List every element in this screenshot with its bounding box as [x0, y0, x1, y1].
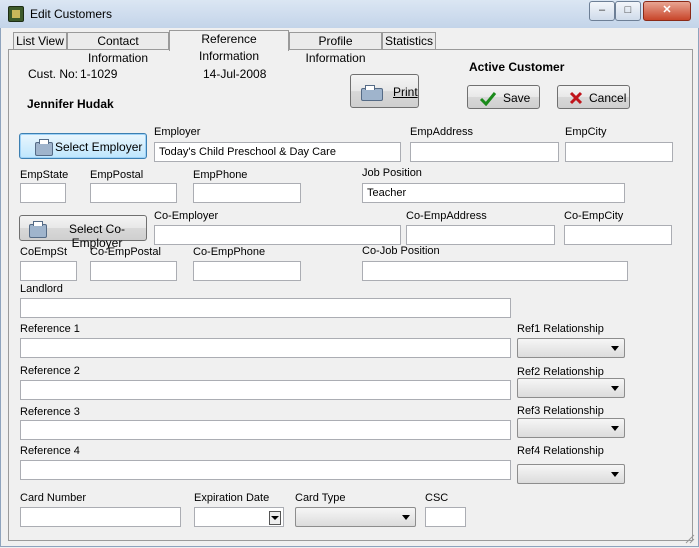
select-co-employer-button[interactable]: Select Co-Employer	[19, 215, 147, 250]
emp-state-label: EmpState	[20, 169, 69, 181]
ref1-relationship-dropdown[interactable]	[517, 338, 625, 358]
co-emp-phone-field[interactable]	[193, 261, 301, 281]
reference-2-field[interactable]	[20, 380, 511, 400]
cancel-button-label: Cancel	[589, 91, 627, 105]
reference-3-label: Reference 3	[20, 406, 80, 418]
customer-name: Jennifer Hudak	[27, 97, 114, 111]
landlord-field[interactable]	[20, 298, 511, 318]
employer-label: Employer	[154, 126, 201, 138]
tab-contact-information[interactable]: Contact Information	[67, 32, 169, 65]
maximize-button[interactable]: □	[615, 1, 641, 21]
cancel-button[interactable]: Cancel	[557, 85, 630, 109]
co-emp-state-label: CoEmpSt	[20, 246, 68, 258]
co-employer-label: Co-Employer	[154, 210, 219, 222]
emp-phone-label: EmpPhone	[193, 169, 248, 181]
window-title: Edit Customers	[30, 7, 113, 21]
co-employer-field[interactable]	[154, 225, 401, 245]
emp-state-field[interactable]	[20, 183, 66, 203]
co-emp-address-label: Co-EmpAddress	[406, 210, 487, 222]
select-employer-label: Select Employer	[55, 140, 143, 154]
card-type-label: Card Type	[295, 492, 346, 504]
emp-address-label: EmpAddress	[410, 126, 473, 138]
print-button[interactable]: Print	[350, 74, 419, 108]
reference-4-label: Reference 4	[20, 445, 80, 457]
tab-statistics[interactable]: Statistics	[382, 32, 436, 50]
checkmark-icon	[479, 92, 497, 106]
reference-1-field[interactable]	[20, 338, 511, 358]
card-number-field[interactable]	[20, 507, 181, 527]
chevron-down-icon	[402, 515, 410, 520]
emp-postal-label: EmpPostal	[90, 169, 144, 181]
job-position-label: Job Position	[362, 167, 422, 179]
reference-4-field[interactable]	[20, 460, 511, 480]
chevron-down-icon	[611, 426, 619, 431]
card-type-dropdown[interactable]	[295, 507, 416, 527]
ref2-relationship-dropdown[interactable]	[517, 378, 625, 398]
ref3-relationship-label: Ref3 Relationship	[517, 405, 604, 417]
co-job-position-label: Co-Job Position	[362, 245, 440, 257]
chevron-down-icon	[611, 386, 619, 391]
expiration-date-picker[interactable]	[194, 507, 284, 527]
ref4-relationship-label: Ref4 Relationship	[517, 445, 604, 457]
cust-no-label: Cust. No:	[28, 67, 79, 81]
tab-reference-information[interactable]: Reference Information	[169, 30, 289, 63]
printer-icon	[35, 139, 53, 156]
ref3-relationship-dropdown[interactable]	[517, 418, 625, 438]
tab-profile-information[interactable]: Profile Information	[289, 32, 382, 65]
ref1-relationship-label: Ref1 Relationship	[517, 323, 604, 335]
save-button[interactable]: Save	[467, 85, 540, 109]
co-emp-postal-label: Co-EmpPostal	[90, 246, 161, 258]
customer-date: 14-Jul-2008	[203, 67, 267, 81]
close-button[interactable]: ✕	[643, 1, 691, 21]
co-emp-address-field[interactable]	[406, 225, 555, 245]
print-button-label: Print	[393, 85, 418, 99]
co-emp-phone-label: Co-EmpPhone	[193, 246, 266, 258]
job-position-field[interactable]	[362, 183, 625, 203]
ref2-relationship-label: Ref2 Relationship	[517, 366, 604, 378]
csc-label: CSC	[425, 492, 449, 504]
csc-field[interactable]	[425, 507, 466, 527]
emp-postal-field[interactable]	[90, 183, 177, 203]
chevron-down-icon	[611, 346, 619, 351]
emp-city-label: EmpCity	[565, 126, 607, 138]
expiration-date-label: Expiration Date	[194, 492, 270, 504]
co-emp-city-field[interactable]	[564, 225, 672, 245]
printer-icon	[29, 221, 47, 238]
emp-address-field[interactable]	[410, 142, 559, 162]
co-emp-city-label: Co-EmpCity	[564, 210, 624, 222]
reference-1-label: Reference 1	[20, 323, 80, 335]
printer-icon	[361, 85, 383, 101]
employer-field[interactable]	[154, 142, 401, 162]
co-job-position-field[interactable]	[362, 261, 628, 281]
emp-phone-field[interactable]	[193, 183, 301, 203]
customer-status: Active Customer	[469, 60, 565, 74]
resize-grip-icon[interactable]	[683, 532, 695, 544]
save-button-label: Save	[503, 91, 531, 105]
tab-list-view[interactable]: List View	[13, 32, 67, 50]
ref4-relationship-dropdown[interactable]	[517, 464, 625, 484]
app-icon	[8, 6, 24, 22]
reference-2-label: Reference 2	[20, 365, 80, 377]
select-employer-button[interactable]: Select Employer	[19, 133, 147, 159]
landlord-label: Landlord	[20, 283, 63, 295]
co-emp-postal-field[interactable]	[90, 261, 177, 281]
cust-no-value: 1-1029	[80, 67, 118, 81]
x-icon	[569, 91, 583, 105]
reference-3-field[interactable]	[20, 420, 511, 440]
emp-city-field[interactable]	[565, 142, 673, 162]
minimize-button[interactable]: –	[589, 1, 615, 21]
date-dropdown-icon[interactable]	[269, 511, 281, 525]
chevron-down-icon	[611, 472, 619, 477]
co-emp-state-field[interactable]	[20, 261, 77, 281]
card-number-label: Card Number	[20, 492, 87, 504]
